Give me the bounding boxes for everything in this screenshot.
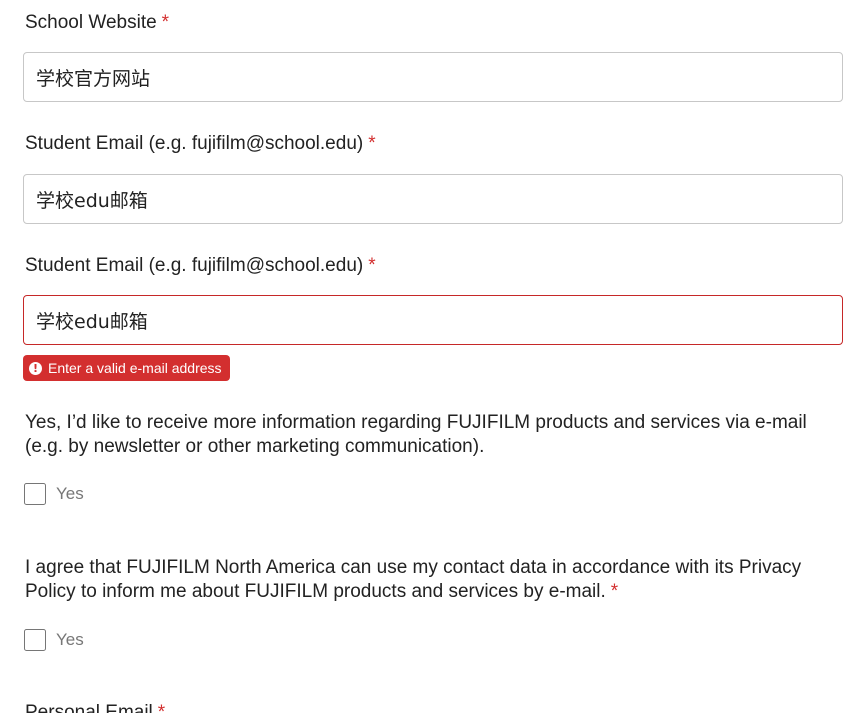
student-email-input[interactable] — [23, 174, 843, 224]
email-error-text: Enter a valid e-mail address — [48, 360, 222, 376]
student-email-confirm-label: Student Email (e.g. fujifilm@school.edu)… — [25, 254, 376, 278]
personal-email-label: Personal Email * — [25, 701, 165, 713]
student-email-label-text: Student Email (e.g. fujifilm@school.edu) — [25, 133, 364, 154]
privacy-consent-option-label: Yes — [56, 630, 84, 649]
student-email-confirm-input[interactable] — [23, 295, 843, 345]
school-website-label-text: School Website — [25, 12, 157, 33]
required-asterisk: * — [368, 133, 376, 154]
required-asterisk: * — [157, 702, 166, 713]
personal-email-label-text: Personal Email — [25, 702, 153, 713]
newsletter-option-label: Yes — [56, 484, 84, 503]
required-asterisk: * — [610, 581, 619, 602]
required-asterisk: * — [368, 255, 376, 276]
newsletter-checkbox[interactable] — [24, 483, 46, 505]
school-website-label: School Website * — [25, 11, 169, 35]
required-asterisk: * — [161, 12, 170, 33]
signup-form: School Website* Student Email (e.g. fuji… — [0, 0, 863, 713]
email-error-message: ! Enter a valid e-mail address — [23, 355, 230, 381]
newsletter-question: Yes, I’d like to receive more informatio… — [25, 412, 807, 457]
privacy-consent-checkbox[interactable] — [24, 629, 46, 651]
privacy-consent-question: I agree that FUJIFILM North America can … — [25, 556, 825, 604]
privacy-consent-option[interactable]: Yes — [24, 629, 84, 651]
newsletter-option[interactable]: Yes — [24, 483, 84, 505]
school-website-input[interactable] — [23, 52, 843, 102]
privacy-consent-text: I agree that FUJIFILM North America can … — [25, 557, 802, 602]
student-email-confirm-label-text: Student Email (e.g. fujifilm@school.edu) — [25, 255, 364, 276]
student-email-label: Student Email (e.g. fujifilm@school.edu)… — [25, 132, 376, 156]
alert-circle-icon: ! — [29, 361, 42, 375]
